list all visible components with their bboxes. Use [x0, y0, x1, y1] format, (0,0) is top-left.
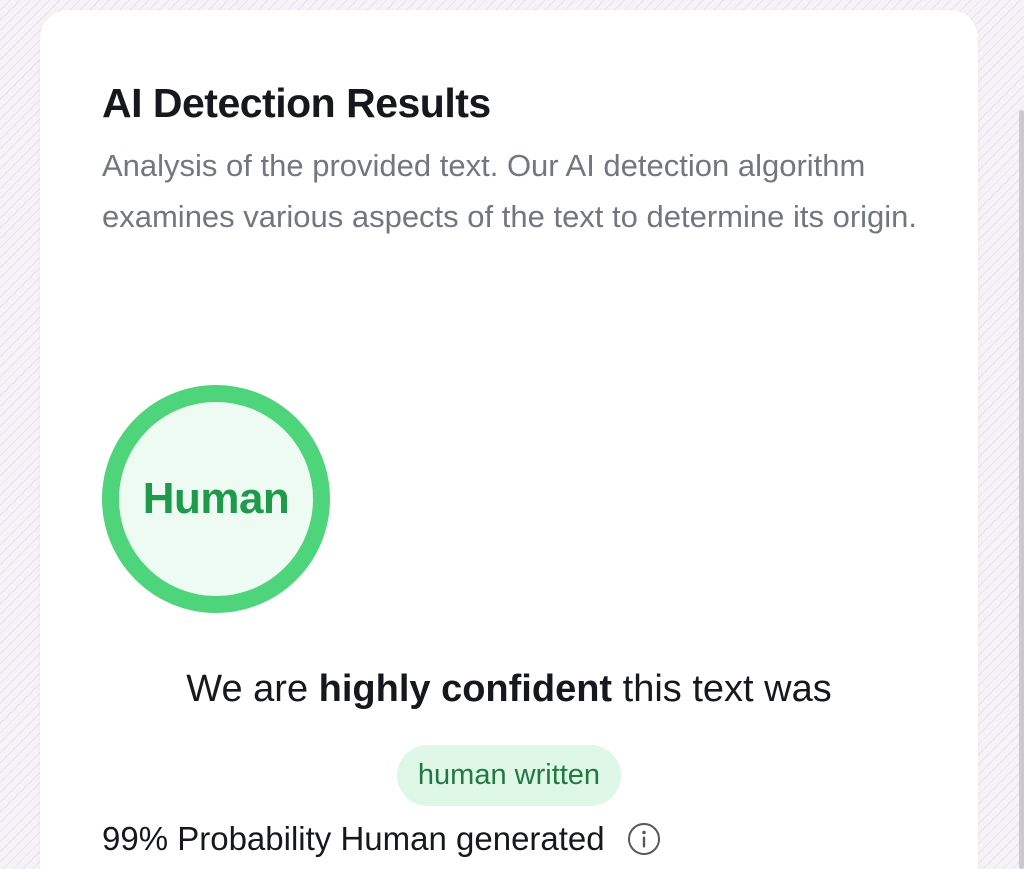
verdict-badge-wrapper: human written [40, 745, 978, 806]
info-circle-icon[interactable] [627, 822, 661, 856]
probability-text: 99% Probability Human generated [102, 820, 605, 857]
verdict-ring: Human [102, 385, 330, 613]
verdict-ring-label: Human [142, 474, 290, 523]
confidence-suffix: this text was [612, 668, 832, 710]
probability-row: 99% Probability Human generated [102, 820, 661, 858]
verdict-badge: human written [396, 745, 622, 806]
confidence-prefix: We are [186, 668, 319, 710]
confidence-emphasis: highly confident [318, 668, 613, 710]
results-description: Analysis of the provided text. Our AI de… [102, 148, 918, 234]
confidence-statement: We are highly confident this text was [40, 668, 978, 711]
results-card: AI Detection Results Analysis of the pro… [40, 10, 978, 869]
page-title: AI Detection Results [102, 80, 491, 126]
page-scrollbar[interactable] [1019, 110, 1024, 869]
